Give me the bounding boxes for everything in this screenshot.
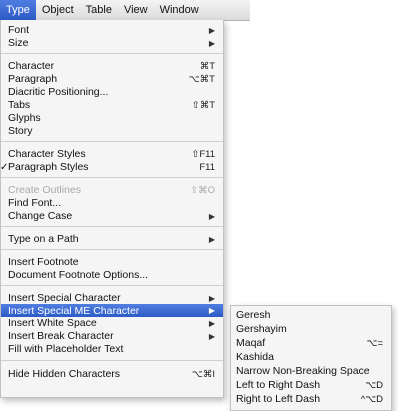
menu-item-label: Story [8,125,33,137]
menu-item-font[interactable]: Font ▶ [1,24,223,36]
menu-separator [1,360,223,361]
submenu-item-label: Left to Right Dash [236,379,321,391]
menu-item-insert-break-character[interactable]: Insert Break Character ▶ [1,330,223,342]
submenu-item-shortcut: ⌥D [365,379,383,391]
menu-item-label: Insert Special ME Character [8,304,140,317]
menu-item-document-footnote-options[interactable]: Document Footnote Options... [1,269,223,281]
menu-item-label: Character [8,60,55,72]
submenu-arrow-icon: ▶ [208,234,215,244]
menu-item-label: Find Font... [8,197,62,209]
menu-item-label: Font [8,24,30,36]
submenu-item-maqaf[interactable]: Maqaf ⌥= [231,337,391,349]
menu-item-diacritic-positioning[interactable]: Diacritic Positioning... [1,86,223,98]
submenu-arrow-icon: ▶ [208,38,215,48]
submenu-item-label: Gershayim [236,323,287,335]
menubar-item-window[interactable]: Window [154,0,205,20]
submenu-arrow-icon: ▶ [208,306,215,315]
menu-item-shortcut: ⌥⌘I [191,368,215,380]
menu-item-label: Hide Hidden Characters [8,368,121,380]
menu-item-type-on-a-path[interactable]: Type on a Path ▶ [1,233,223,245]
menu-item-label: Document Footnote Options... [8,269,149,281]
menubar-item-type[interactable]: Type [0,0,36,20]
submenu-item-kashida[interactable]: Kashida [231,351,391,363]
menubar-item-view[interactable]: View [118,0,154,20]
special-me-character-submenu: Geresh Gershayim Maqaf ⌥= Kashida Narrow… [230,305,392,411]
menu-item-insert-special-character[interactable]: Insert Special Character ▶ [1,292,223,304]
submenu-arrow-icon: ▶ [208,293,215,303]
menu-item-character-styles[interactable]: Character Styles ⇧F11 [1,148,223,160]
menu-separator [1,141,223,142]
menu-item-shortcut: ⌘T [199,60,215,72]
submenu-item-label: Narrow Non-Breaking Space [236,365,370,377]
menu-item-change-case[interactable]: Change Case ▶ [1,210,223,222]
menubar-item-table[interactable]: Table [80,0,118,20]
menu-item-paragraph[interactable]: Paragraph ⌥⌘T [1,73,223,85]
menu-item-label: Paragraph [8,73,58,85]
submenu-arrow-icon: ▶ [208,318,215,328]
submenu-arrow-icon: ▶ [208,25,215,35]
submenu-item-narrow-non-breaking-space[interactable]: Narrow Non-Breaking Space [231,365,391,377]
menu-item-label: Glyphs [8,112,41,124]
menu-item-character[interactable]: Character ⌘T [1,60,223,72]
menu-item-insert-special-me-character[interactable]: Insert Special ME Character ▶ [1,304,223,317]
menu-item-paragraph-styles[interactable]: ✓ Paragraph Styles F11 [0,161,223,173]
menu-separator [1,177,223,178]
menu-item-label: Create Outlines [8,184,81,196]
menu-separator [1,53,223,54]
menu-item-label: Paragraph Styles [8,161,89,173]
menu-item-hide-hidden-characters[interactable]: Hide Hidden Characters ⌥⌘I [1,368,223,380]
submenu-item-right-to-left-dash[interactable]: Right to Left Dash ^⌥D [231,393,391,405]
menu-item-label: Character Styles [8,148,86,160]
menu-item-label: Insert Footnote [8,256,79,268]
menu-item-label: Insert White Space [8,317,97,329]
type-menu: Font ▶ Size ▶ Character ⌘T Paragraph ⌥⌘T… [0,20,224,398]
menu-item-insert-white-space[interactable]: Insert White Space ▶ [1,317,223,329]
submenu-item-shortcut: ^⌥D [360,393,383,405]
menu-item-shortcut: ⇧F11 [191,148,215,160]
menu-item-shortcut: F11 [199,161,215,173]
menu-item-label: Size [8,37,29,49]
submenu-item-geresh[interactable]: Geresh [231,309,391,321]
menubar-item-object[interactable]: Object [36,0,80,20]
menu-item-tabs[interactable]: Tabs ⇧⌘T [1,99,223,111]
submenu-item-shortcut: ⌥= [366,337,384,349]
submenu-item-label: Maqaf [236,337,266,349]
menu-bar: Type Object Table View Window [0,0,250,21]
menu-item-label: Diacritic Positioning... [8,86,109,98]
menu-item-label: Tabs [8,99,31,111]
menu-item-size[interactable]: Size ▶ [1,37,223,49]
menu-item-label: Fill with Placeholder Text [8,343,124,355]
menu-item-label: Change Case [8,210,73,222]
submenu-item-gershayim[interactable]: Gershayim [231,323,391,335]
menu-item-glyphs[interactable]: Glyphs [1,112,223,124]
submenu-item-label: Kashida [236,351,274,363]
menu-item-story[interactable]: Story [1,125,223,137]
menu-separator [1,249,223,250]
menu-item-shortcut: ⇧⌘T [191,99,215,111]
menu-item-insert-footnote[interactable]: Insert Footnote [1,256,223,268]
submenu-arrow-icon: ▶ [208,211,215,221]
menu-item-label: Insert Special Character [8,292,121,304]
menu-item-label: Type on a Path [8,233,79,245]
submenu-item-label: Right to Left Dash [236,393,321,405]
menu-separator [1,285,223,286]
menu-item-find-font[interactable]: Find Font... [1,197,223,209]
menu-item-label: Insert Break Character [8,330,114,342]
menu-item-shortcut: ⌥⌘T [188,73,215,85]
menu-separator [1,226,223,227]
menu-item-fill-with-placeholder-text[interactable]: Fill with Placeholder Text [1,343,223,355]
menu-item-shortcut: ⇧⌘O [190,184,215,196]
submenu-arrow-icon: ▶ [208,331,215,341]
submenu-item-left-to-right-dash[interactable]: Left to Right Dash ⌥D [231,379,391,391]
submenu-item-label: Geresh [236,309,271,321]
menu-item-create-outlines: Create Outlines ⇧⌘O [1,184,223,196]
checkmark-icon: ✓ [0,161,9,173]
